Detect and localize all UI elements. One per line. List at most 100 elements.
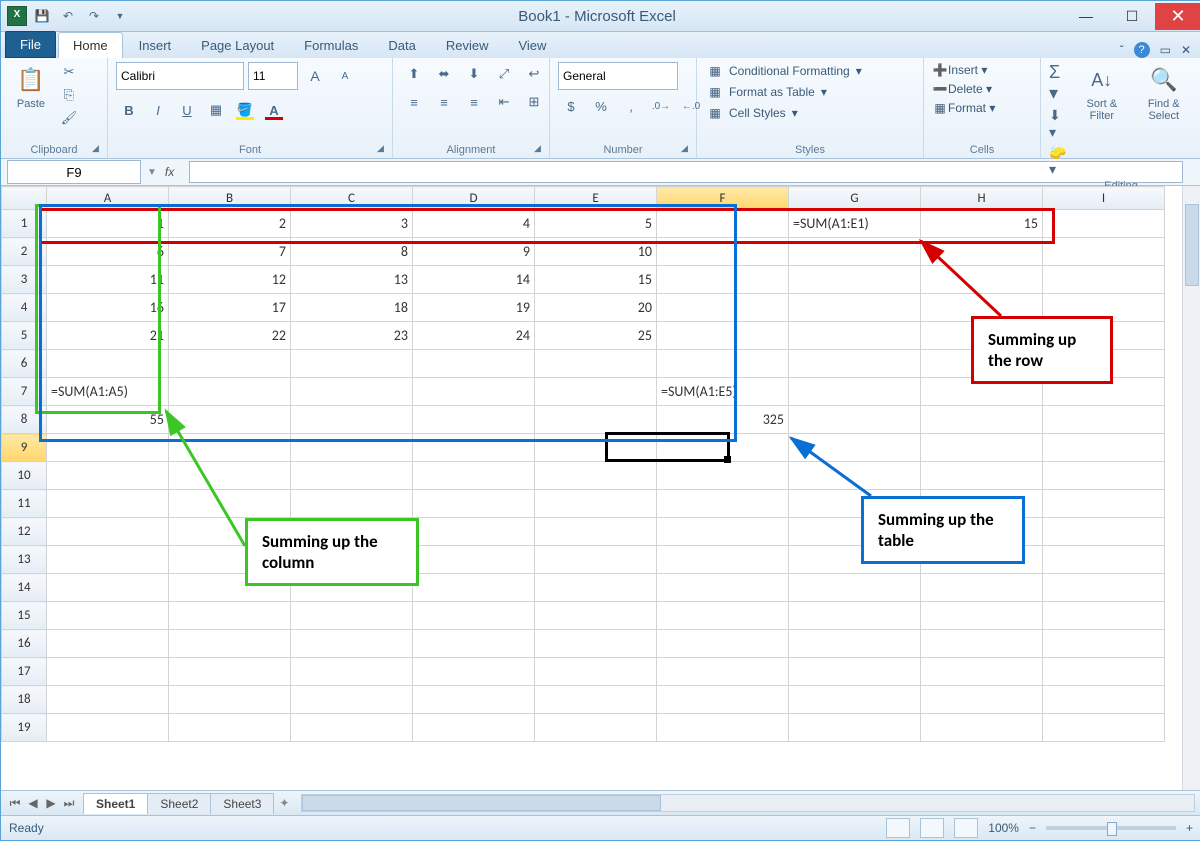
align-top-icon[interactable]: ⬆ [401,62,427,86]
italic-button[interactable]: I [145,98,171,122]
minimize-ribbon-icon[interactable]: ˇ [1120,43,1124,57]
horizontal-scroll-thumb[interactable] [302,795,661,811]
cell-B19[interactable] [169,714,291,742]
cell-D13[interactable] [413,546,535,574]
cell-B7[interactable] [169,378,291,406]
cell-E4[interactable]: 20 [535,294,657,322]
cell-A19[interactable] [47,714,169,742]
font-launcher-icon[interactable]: ◢ [377,143,389,155]
cell-H6[interactable] [921,350,1043,378]
row-header-15[interactable]: 15 [2,602,47,630]
cell-E10[interactable] [535,462,657,490]
cell-F17[interactable] [657,658,789,686]
cell-G11[interactable] [789,490,921,518]
formula-bar[interactable] [189,161,1183,183]
cell-B8[interactable] [169,406,291,434]
cell-I14[interactable] [1043,574,1165,602]
cell-E17[interactable] [535,658,657,686]
cell-C9[interactable] [291,434,413,462]
cell-A11[interactable] [47,490,169,518]
cell-D15[interactable] [413,602,535,630]
minimize-button[interactable]: — [1063,3,1109,30]
cell-C14[interactable] [291,574,413,602]
qat-dropdown-icon[interactable]: ▼ [109,5,131,27]
cell-G14[interactable] [789,574,921,602]
border-icon[interactable]: ▦ [203,98,229,122]
cell-F15[interactable] [657,602,789,630]
cell-I3[interactable] [1043,266,1165,294]
cell-F13[interactable] [657,546,789,574]
cell-E16[interactable] [535,630,657,658]
cell-D1[interactable]: 4 [413,210,535,238]
zoom-slider-thumb[interactable] [1107,822,1117,836]
cell-A5[interactable]: 21 [47,322,169,350]
sheet2-tab[interactable]: Sheet2 [147,793,211,814]
shrink-font-icon[interactable]: A [332,64,358,88]
fx-icon[interactable]: fx [165,165,181,179]
align-right-icon[interactable]: ≡ [461,90,487,114]
file-tab[interactable]: File [5,31,56,58]
row-header-12[interactable]: 12 [2,518,47,546]
cell-I9[interactable] [1043,434,1165,462]
spreadsheet-grid[interactable]: ABCDEFGHI112345=SUM(A1:E1)15267891031112… [1,186,1165,742]
cell-F10[interactable] [657,462,789,490]
cell-E7[interactable] [535,378,657,406]
cell-F14[interactable] [657,574,789,602]
cell-E1[interactable]: 5 [535,210,657,238]
cell-G6[interactable] [789,350,921,378]
align-center-icon[interactable]: ≡ [431,90,457,114]
number-format-input[interactable] [558,62,678,90]
cell-A6[interactable] [47,350,169,378]
row-header-1[interactable]: 1 [2,210,47,238]
review-tab[interactable]: Review [432,33,503,58]
vertical-scroll-thumb[interactable] [1185,204,1199,286]
cell-C6[interactable] [291,350,413,378]
cell-F12[interactable] [657,518,789,546]
grow-font-icon[interactable]: A [302,64,328,88]
cell-H16[interactable] [921,630,1043,658]
undo-icon[interactable]: ↶ [57,5,79,27]
copy-icon[interactable]: ⎘ [59,85,79,105]
cell-D19[interactable] [413,714,535,742]
cell-G15[interactable] [789,602,921,630]
formulas-tab[interactable]: Formulas [290,33,372,58]
cell-E18[interactable] [535,686,657,714]
home-tab[interactable]: Home [58,32,123,58]
cell-B10[interactable] [169,462,291,490]
cell-G3[interactable] [789,266,921,294]
cell-G7[interactable] [789,378,921,406]
cell-D2[interactable]: 9 [413,238,535,266]
row-header-14[interactable]: 14 [2,574,47,602]
cell-I1[interactable] [1043,210,1165,238]
view-tab[interactable]: View [504,33,560,58]
cell-F3[interactable] [657,266,789,294]
cell-D18[interactable] [413,686,535,714]
cell-I12[interactable] [1043,518,1165,546]
cell-B16[interactable] [169,630,291,658]
maximize-button[interactable]: ☐ [1109,3,1155,30]
cell-C3[interactable]: 13 [291,266,413,294]
percent-icon[interactable]: % [588,94,614,118]
column-header-C[interactable]: C [291,187,413,210]
cell-C13[interactable] [291,546,413,574]
sort-filter-button[interactable]: A↓ Sort & Filter [1075,62,1128,124]
row-header-10[interactable]: 10 [2,462,47,490]
cell-D5[interactable]: 24 [413,322,535,350]
row-header-18[interactable]: 18 [2,686,47,714]
format-painter-icon[interactable]: 🖌 [59,108,79,128]
horizontal-scrollbar[interactable] [301,794,1195,812]
cell-A3[interactable]: 11 [47,266,169,294]
column-header-A[interactable]: A [47,187,169,210]
row-header-7[interactable]: 7 [2,378,47,406]
column-header-B[interactable]: B [169,187,291,210]
cell-I19[interactable] [1043,714,1165,742]
sheet1-tab[interactable]: Sheet1 [83,793,148,814]
cell-E19[interactable] [535,714,657,742]
normal-view-icon[interactable] [886,818,910,838]
cell-H11[interactable] [921,490,1043,518]
cell-G5[interactable] [789,322,921,350]
cell-F1[interactable] [657,210,789,238]
cell-I7[interactable] [1043,378,1165,406]
cell-I17[interactable] [1043,658,1165,686]
cell-F4[interactable] [657,294,789,322]
